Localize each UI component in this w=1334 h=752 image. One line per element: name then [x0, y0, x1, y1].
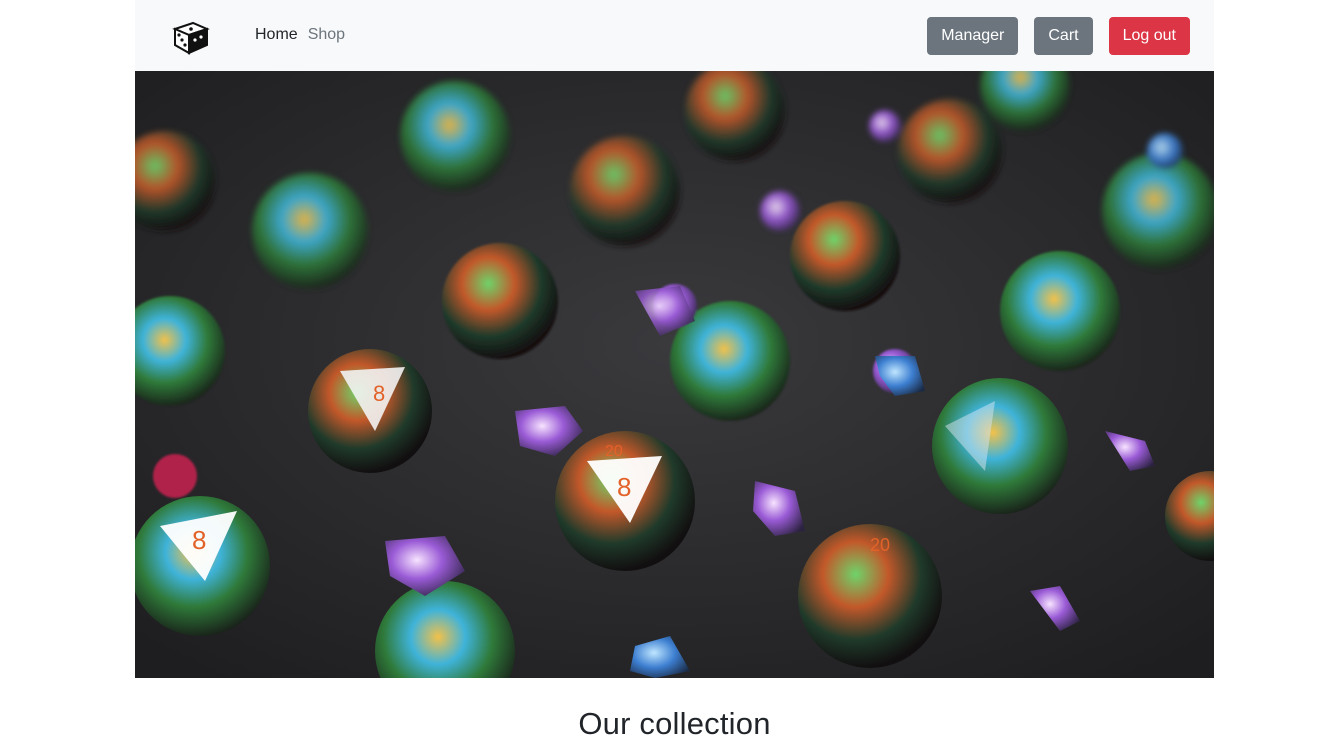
nav-links: Home Shop: [255, 26, 345, 44]
svg-text:8: 8: [373, 381, 385, 406]
hero-image: 8 8 20 8 20: [135, 71, 1214, 678]
dice-icon: [172, 21, 210, 55]
svg-text:8: 8: [192, 525, 206, 555]
logout-button[interactable]: Log out: [1108, 17, 1190, 55]
navbar: Home Shop Manager Cart Log out: [135, 0, 1214, 71]
manager-button[interactable]: Manager: [927, 17, 1019, 55]
svg-text:20: 20: [870, 535, 890, 555]
brand-logo[interactable]: [171, 15, 211, 55]
cart-button[interactable]: Cart: [1034, 17, 1093, 55]
nav-link-home[interactable]: Home: [255, 26, 298, 44]
svg-text:8: 8: [617, 472, 631, 502]
svg-text:20: 20: [605, 443, 623, 460]
page-container: Home Shop Manager Cart Log out 8 8 20 8 …: [135, 0, 1214, 742]
collection-title: Our collection: [578, 706, 771, 741]
nav-buttons: Manager Cart Log out: [927, 17, 1190, 55]
nav-link-shop[interactable]: Shop: [308, 26, 345, 44]
dice-photo: 8 8 20 8 20: [135, 71, 1214, 678]
